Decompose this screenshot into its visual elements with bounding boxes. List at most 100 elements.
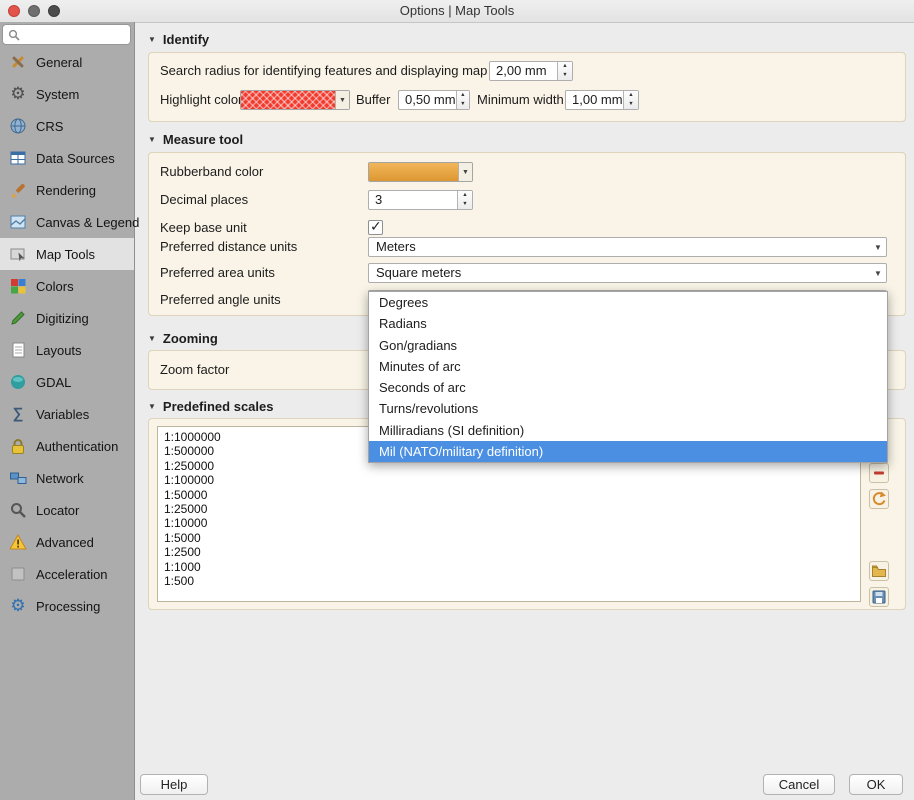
restore-default-scales-button[interactable]	[869, 489, 889, 509]
chevron-down-icon[interactable]: ▼	[458, 163, 472, 181]
step-up-icon[interactable]: ▲	[458, 191, 472, 200]
stepper-buttons[interactable]: ▲▼	[456, 91, 469, 109]
sidebar-item-canvas-legend[interactable]: Canvas & Legend	[0, 206, 134, 238]
section-zooming-header[interactable]: ▼ Zooming	[148, 330, 218, 346]
sidebar-item-crs[interactable]: CRS	[0, 110, 134, 142]
collapse-triangle-icon: ▼	[148, 35, 156, 44]
sidebar-item-map-tools[interactable]: Map Tools	[0, 238, 134, 270]
sidebar-item-acceleration[interactable]: Acceleration	[0, 558, 134, 590]
scale-item[interactable]: 1:500	[164, 574, 860, 588]
section-title: Predefined scales	[163, 399, 274, 414]
dropdown-option[interactable]: Seconds of arc	[369, 377, 887, 398]
section-measure-header[interactable]: ▼ Measure tool	[148, 131, 243, 147]
scale-item[interactable]: 1:50000	[164, 488, 860, 502]
section-scales-header[interactable]: ▼ Predefined scales	[148, 398, 273, 414]
gdal-globe-icon	[8, 372, 28, 392]
sidebar-item-digitizing[interactable]: Digitizing	[0, 302, 134, 334]
ok-button[interactable]: OK	[849, 774, 903, 795]
dropdown-option[interactable]: Milliradians (SI definition)	[369, 420, 887, 441]
gear-blue-icon: ⚙	[8, 596, 28, 616]
paintbrush-icon	[8, 180, 28, 200]
step-up-icon[interactable]: ▲	[624, 91, 638, 100]
dropdown-option[interactable]: Minutes of arc	[369, 356, 887, 377]
section-identify-header[interactable]: ▼ Identify	[148, 31, 209, 47]
network-icon	[8, 468, 28, 488]
sidebar-item-label: Digitizing	[36, 311, 89, 326]
cancel-button[interactable]: Cancel	[763, 774, 835, 795]
stepper-buttons[interactable]: ▲▼	[557, 62, 572, 80]
dropdown-option[interactable]: Radians	[369, 313, 887, 334]
sidebar-item-advanced[interactable]: Advanced	[0, 526, 134, 558]
export-scales-button[interactable]	[869, 587, 889, 607]
sidebar-item-rendering[interactable]: Rendering	[0, 174, 134, 206]
main-content: ▼ Identify Search radius for identifying…	[135, 22, 914, 800]
sidebar-item-label: Network	[36, 471, 84, 486]
area-units-combobox[interactable]: Square meters ▼	[368, 263, 887, 283]
section-title: Zooming	[163, 331, 218, 346]
scale-item[interactable]: 1:10000	[164, 516, 860, 530]
scale-item[interactable]: 1:25000	[164, 502, 860, 516]
distance-units-label: Preferred distance units	[160, 237, 297, 257]
sidebar-item-data-sources[interactable]: Data Sources	[0, 142, 134, 174]
sidebar-item-label: Authentication	[36, 439, 118, 454]
scale-item[interactable]: 1:1000	[164, 560, 860, 574]
area-units-value: Square meters	[369, 264, 870, 282]
sidebar-item-label: Colors	[36, 279, 74, 294]
collapse-triangle-icon: ▼	[148, 334, 156, 343]
titlebar: Options | Map Tools	[0, 0, 914, 23]
rubberband-color-label: Rubberband color	[160, 162, 263, 182]
buffer-value: 0,50 mm	[399, 91, 456, 109]
dropdown-option-highlighted[interactable]: Mil (NATO/military definition)	[369, 441, 887, 462]
chevron-down-icon[interactable]: ▼	[335, 91, 349, 109]
scale-item[interactable]: 1:5000	[164, 531, 860, 545]
warning-triangle-icon	[8, 532, 28, 552]
distance-units-value: Meters	[369, 238, 870, 256]
step-up-icon[interactable]: ▲	[457, 91, 469, 100]
scale-item[interactable]: 1:100000	[164, 473, 860, 487]
sidebar-item-processing[interactable]: ⚙ Processing	[0, 590, 134, 622]
wrench-hammer-icon	[8, 52, 28, 72]
search-radius-spinbox[interactable]: 2,00 mm ▲▼	[489, 61, 573, 81]
search-input[interactable]	[24, 27, 128, 43]
rubberband-color-button[interactable]: ▼	[368, 162, 473, 182]
sidebar-item-label: System	[36, 87, 79, 102]
dropdown-option[interactable]: Gon/gradians	[369, 335, 887, 356]
decimal-places-spinbox[interactable]: 3 ▲▼	[368, 190, 473, 210]
highlight-color-swatch	[241, 91, 335, 109]
sidebar-item-general[interactable]: General	[0, 46, 134, 78]
sigma-icon: ∑	[8, 404, 28, 424]
sidebar-item-locator[interactable]: Locator	[0, 494, 134, 526]
remove-scale-button[interactable]	[869, 463, 889, 483]
sidebar-item-gdal[interactable]: GDAL	[0, 366, 134, 398]
step-down-icon[interactable]: ▼	[458, 200, 472, 209]
sidebar-item-system[interactable]: ⚙ System	[0, 78, 134, 110]
minimum-width-spinbox[interactable]: 1,00 mm ▲▼	[565, 90, 639, 110]
sidebar-item-colors[interactable]: Colors	[0, 270, 134, 302]
step-up-icon[interactable]: ▲	[558, 62, 572, 71]
rubberband-color-swatch	[369, 163, 458, 181]
sidebar-item-label: Layouts	[36, 343, 82, 358]
import-scales-button[interactable]	[869, 561, 889, 581]
dropdown-option[interactable]: Turns/revolutions	[369, 398, 887, 419]
help-button[interactable]: Help	[140, 774, 208, 795]
checkmark-icon: ✓	[370, 218, 382, 235]
distance-units-combobox[interactable]: Meters ▼	[368, 237, 887, 257]
dropdown-option[interactable]: Degrees	[369, 292, 887, 313]
highlight-color-button[interactable]: ▼	[240, 90, 350, 110]
keep-base-unit-checkbox[interactable]: ✓	[368, 220, 383, 235]
buffer-spinbox[interactable]: 0,50 mm ▲▼	[398, 90, 470, 110]
angle-units-label: Preferred angle units	[160, 290, 281, 310]
sidebar-item-network[interactable]: Network	[0, 462, 134, 494]
keep-base-unit-label: Keep base unit	[160, 218, 247, 238]
stepper-buttons[interactable]: ▲▼	[623, 91, 638, 109]
scale-item[interactable]: 1:2500	[164, 545, 860, 559]
step-down-icon[interactable]: ▼	[558, 71, 572, 80]
sidebar-item-authentication[interactable]: Authentication	[0, 430, 134, 462]
step-down-icon[interactable]: ▼	[624, 100, 638, 109]
sidebar-item-layouts[interactable]: Layouts	[0, 334, 134, 366]
step-down-icon[interactable]: ▼	[457, 100, 469, 109]
sidebar-search[interactable]	[2, 24, 131, 45]
page-layout-icon	[8, 340, 28, 360]
stepper-buttons[interactable]: ▲▼	[457, 191, 472, 209]
sidebar-item-variables[interactable]: ∑ Variables	[0, 398, 134, 430]
